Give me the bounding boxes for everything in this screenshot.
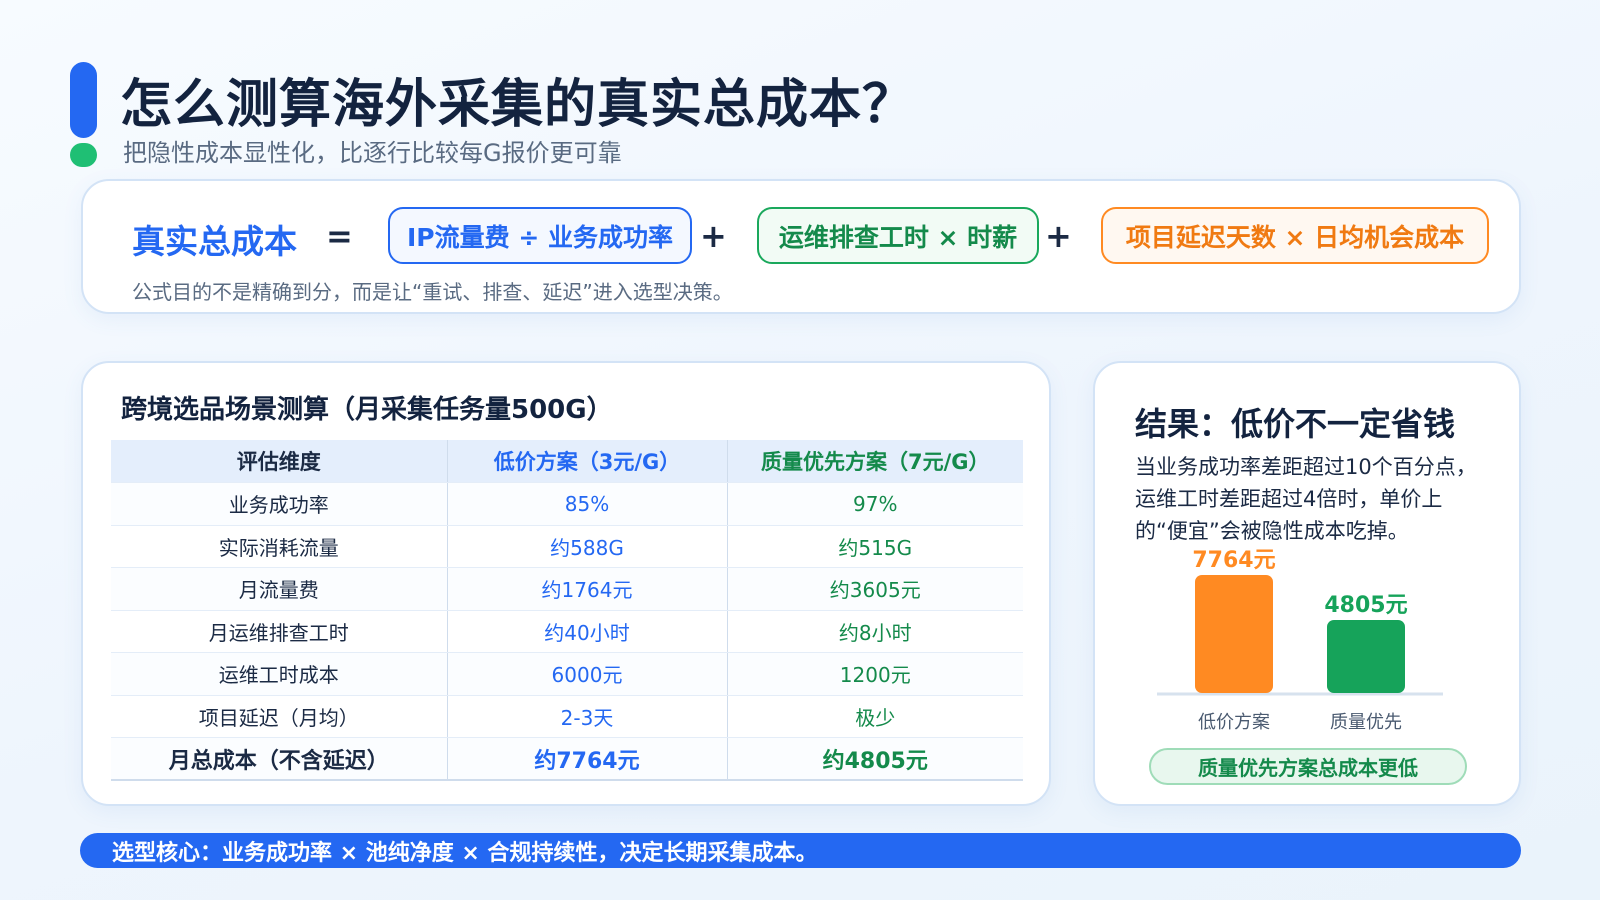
table-cell: 约1764元 [447,567,728,611]
scenario-table-card: 跨境选品场景测算（月采集任务量500G） 评估维度 低价方案（3元/G） 质量优… [81,361,1051,806]
table-cell: 2-3天 [447,695,728,738]
table-total-row: 月总成本（不含延迟） 约7764元 约4805元 [111,737,1023,781]
table-cell: 月运维排查工时 [111,610,448,653]
conclusion-badge: 质量优先方案总成本更低 [1149,748,1467,785]
table-cell: 约8小时 [727,610,1023,653]
table-cell: 实际消耗流量 [111,525,448,568]
chart-bar [1195,575,1273,693]
title-accent-bar [70,62,97,138]
table-cell: 极少 [727,695,1023,738]
formula-term-delay: 项目延迟天数 × 日均机会成本 [1101,207,1489,264]
plus-sign-2: + [1045,217,1072,255]
table-cell: 约4805元 [727,737,1023,781]
plus-sign-1: + [700,217,727,255]
chart-data-label: 4805元 [1324,593,1407,618]
table-header-row: 评估维度 低价方案（3元/G） 质量优先方案（7元/G） [111,440,1023,483]
bottom-banner: 选型核心：业务成功率 × 池纯净度 × 合规持续性，决定长期采集成本。 [80,833,1521,868]
table-cell: 约3605元 [727,567,1023,611]
page-subtitle: 把隐性成本显性化，比逐行比较每G报价更可靠 [123,139,622,167]
chart-bar [1327,619,1405,693]
table-cell: 97% [727,482,1023,526]
chart-category-label: 质量优先 [1330,712,1402,733]
table-cell: 约588G [447,525,728,568]
table-cell: 约40小时 [447,610,728,653]
result-title: 结果：低价不一定省钱 [1135,405,1456,443]
table-cell: 月总成本（不含延迟） [111,737,448,781]
chart-category-label: 低价方案 [1198,712,1270,733]
formula-label: 真实总成本 [132,222,297,261]
table-cell: 运维工时成本 [111,652,448,696]
equals-sign: = [326,217,353,255]
table-cell: 项目延迟（月均） [111,695,448,738]
formula-note: 公式目的不是精确到分，而是让“重试、排查、延迟”进入选型决策。 [132,280,733,304]
table-row: 项目延迟（月均） 2-3天 极少 [111,695,1023,738]
table-row: 实际消耗流量 约588G 约515G [111,525,1023,568]
table-row: 运维工时成本 6000元 1200元 [111,652,1023,696]
slide: 怎么测算海外采集的真实总成本？ 把隐性成本显性化，比逐行比较每G报价更可靠 真实… [0,0,1600,900]
formula-term-ops: 运维排查工时 × 时薪 [757,207,1039,264]
table-cell: 约7764元 [447,737,728,781]
title-accent-dot [70,143,97,167]
table-title: 跨境选品场景测算（月采集任务量500G） [121,395,613,425]
table-row: 业务成功率 85% 97% [111,482,1023,526]
table-cell: 月流量费 [111,567,448,611]
chart-data-label: 7764元 [1192,548,1275,573]
page-title: 怎么测算海外采集的真实总成本？ [120,75,916,135]
comparison-table: 评估维度 低价方案（3元/G） 质量优先方案（7元/G） 业务成功率 85% 9… [111,440,1023,781]
table-cell: 约515G [727,525,1023,568]
table-cell: 1200元 [727,652,1023,696]
table-cell: 6000元 [447,652,728,696]
column-header: 评估维度 [111,440,448,483]
result-description: 当业务成功率差距超过10个百分点，运维工时差距超过4倍时，单价上的“便宜”会被隐… [1135,455,1477,543]
column-header: 低价方案（3元/G） [447,440,728,483]
result-card: 结果：低价不一定省钱 当业务成功率差距超过10个百分点，运维工时差距超过4倍时，… [1093,361,1521,806]
formula-term-traffic: IP流量费 ÷ 业务成功率 [388,207,692,264]
table-cell: 业务成功率 [111,482,448,526]
formula-card: 真实总成本 = IP流量费 ÷ 业务成功率 + 运维排查工时 × 时薪 + 项目… [81,179,1521,314]
column-header: 质量优先方案（7元/G） [727,440,1023,483]
table-cell: 85% [447,482,728,526]
table-row: 月流量费 约1764元 约3605元 [111,567,1023,611]
table-row: 月运维排查工时 约40小时 约8小时 [111,610,1023,653]
